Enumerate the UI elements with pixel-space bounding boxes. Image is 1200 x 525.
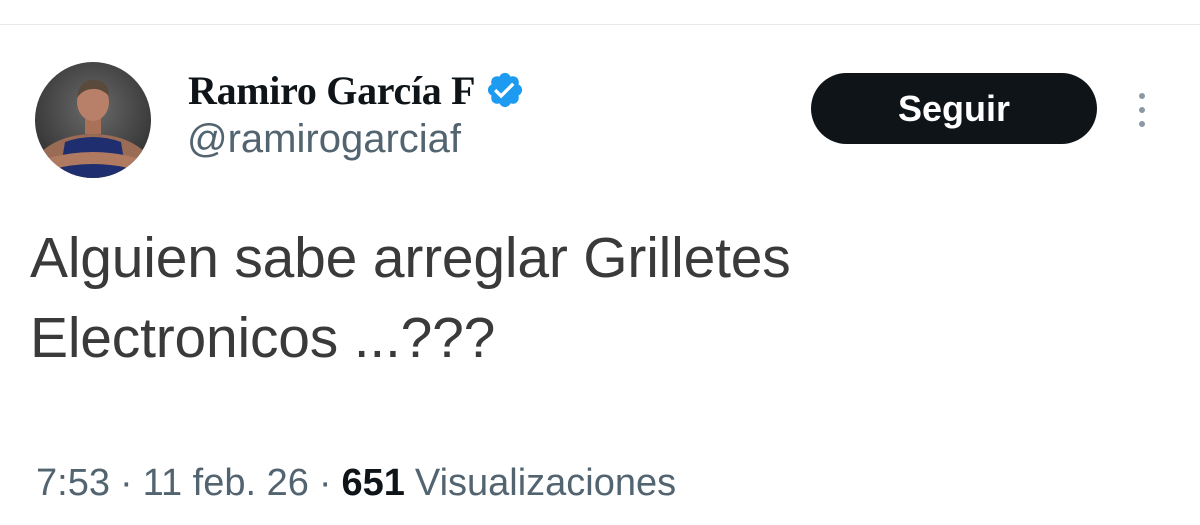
- author-display-name[interactable]: Ramiro García F: [188, 67, 476, 114]
- tweet-text: Alguien sabe arreglar Grilletes Electron…: [30, 218, 1160, 378]
- tweet-time[interactable]: 7:53: [36, 462, 110, 505]
- author-name-row: Ramiro García F: [188, 66, 525, 114]
- more-vertical-icon-dot: [1139, 107, 1145, 113]
- views-count[interactable]: 651: [342, 462, 405, 505]
- author-handle[interactable]: @ramirogarciaf: [187, 117, 461, 162]
- meta-separator: ·: [318, 462, 332, 504]
- avatar[interactable]: [35, 62, 151, 178]
- top-divider: [0, 24, 1200, 25]
- tweet-text-line: Electronicos ...???: [30, 306, 496, 370]
- profile-photo-icon: [35, 62, 151, 178]
- more-vertical-icon: [1139, 93, 1145, 99]
- meta-separator: ·: [119, 462, 133, 504]
- more-vertical-icon-dot: [1139, 121, 1145, 127]
- verified-badge-icon[interactable]: [485, 70, 525, 110]
- follow-button[interactable]: Seguir: [811, 73, 1097, 144]
- tweet-date[interactable]: 11 feb. 26: [143, 462, 309, 505]
- more-options-button[interactable]: [1122, 82, 1162, 138]
- views-label[interactable]: Visualizaciones: [415, 462, 676, 505]
- tweet-meta: 7:53 · 11 feb. 26 · 651 Visualizaciones: [36, 462, 676, 505]
- tweet-text-line: Alguien sabe arreglar Grilletes: [30, 226, 791, 290]
